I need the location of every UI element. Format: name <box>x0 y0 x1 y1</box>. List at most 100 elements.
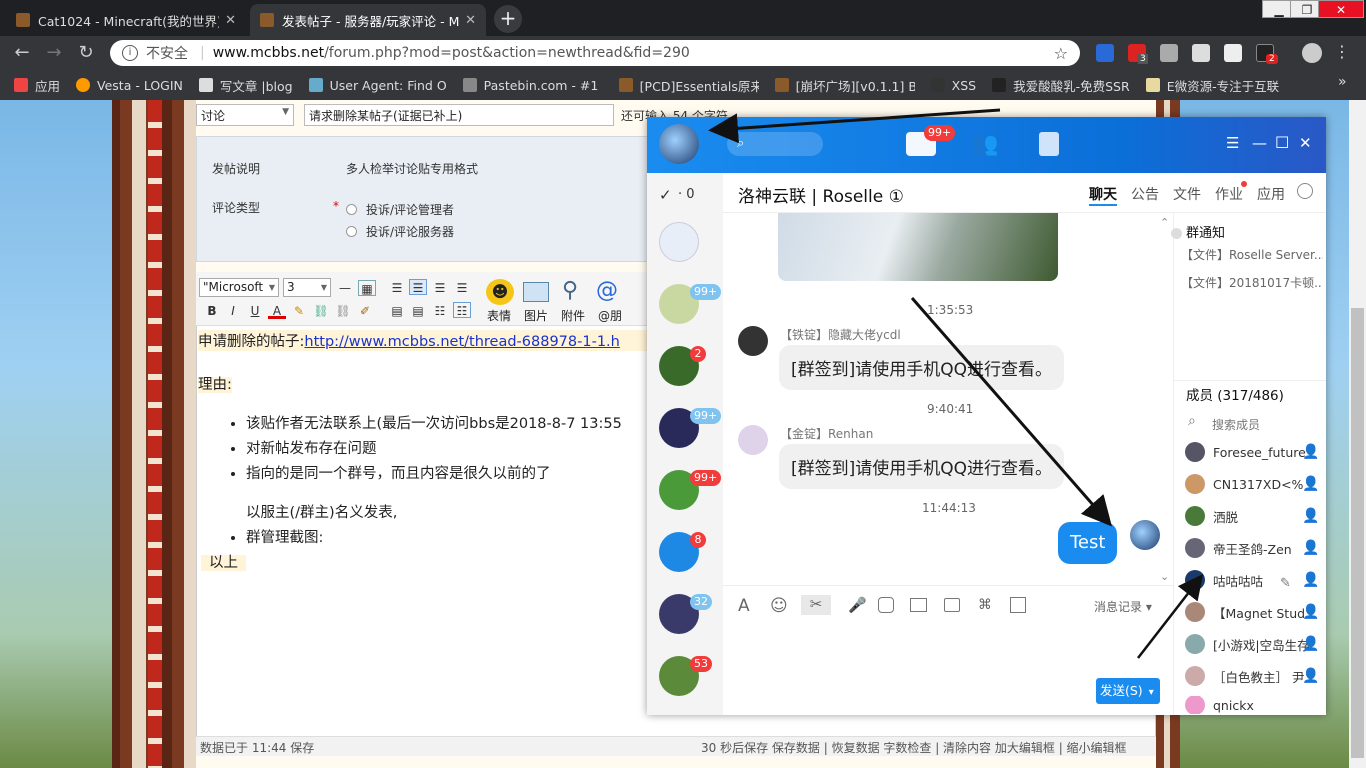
bookmark-item[interactable]: E微资源-专注于互联 <box>1145 76 1279 95</box>
extension-icon[interactable] <box>1192 44 1210 62</box>
message-bubble[interactable]: [群签到]请使用手机QQ进行查看。 <box>779 444 1065 489</box>
member-search-input[interactable]: 搜索成员 <box>1212 416 1260 433</box>
send-button[interactable]: 发送(S) ▾ <box>1096 678 1160 704</box>
tab-chat[interactable]: 聊天 <box>1089 184 1117 204</box>
edit-icon[interactable]: ✎ <box>1280 576 1291 591</box>
notice-item[interactable]: 【文件】20181017卡顿... <box>1181 274 1323 291</box>
collapse-icon[interactable] <box>1171 228 1182 239</box>
image-icon[interactable] <box>523 282 549 302</box>
size-select[interactable]: 3 ▼ <box>283 278 331 297</box>
history-button[interactable]: 消息记录 ▾ <box>1094 598 1152 615</box>
thread-link[interactable]: http://www.mcbbs.net/thread-688978-1-1.h <box>304 334 619 350</box>
conversation-avatar[interactable] <box>659 222 699 262</box>
qq-close-icon[interactable]: ✕ <box>1299 134 1312 152</box>
radio-option[interactable]: 投诉/评论服务器 <box>346 223 454 240</box>
gift-icon[interactable]: ⌘ <box>978 597 992 613</box>
bookmark-item[interactable]: [崩坏广场][v0.1.1] Bo <box>774 76 915 95</box>
member-item[interactable]: qnickx <box>1185 696 1323 714</box>
qq-menu-icon[interactable]: ☰ <box>1226 134 1239 152</box>
extension-icon[interactable] <box>1096 44 1114 62</box>
address-bar[interactable]: i 不安全 | www.mcbbs.net/forum.php?mod=post… <box>110 40 1080 66</box>
shared-image[interactable] <box>778 213 1058 281</box>
underline-icon[interactable]: U <box>246 303 264 319</box>
tab-files[interactable]: 文件 <box>1173 184 1201 204</box>
float-left-icon[interactable]: ▤ <box>388 303 406 319</box>
at-icon[interactable]: @ <box>596 278 618 303</box>
unordered-list-icon[interactable]: ☷ <box>453 302 471 318</box>
attachment-icon[interactable]: ⚲ <box>562 278 578 303</box>
notice-item[interactable]: 【文件】Roselle Server... <box>1181 246 1323 263</box>
sender-avatar[interactable] <box>738 326 768 356</box>
voice-icon[interactable]: 🎤 <box>848 596 867 614</box>
bookmark-item[interactable]: Vesta - LOGIN <box>76 78 183 93</box>
bookmarks-overflow[interactable]: » <box>1338 74 1347 90</box>
menu-icon[interactable]: ⋮ <box>1334 42 1350 61</box>
send-options-icon[interactable]: ▾ <box>1149 687 1154 698</box>
editor-actions[interactable]: 30 秒后保存 保存数据 | 恢复数据 字数检查 | 清除内容 加大编辑框 | … <box>701 739 1127 756</box>
clear-format-icon[interactable]: ✐ <box>356 303 374 319</box>
font-select[interactable]: "Microsoft ▼ <box>199 278 279 297</box>
my-avatar[interactable] <box>659 124 699 164</box>
italic-icon[interactable]: I <box>224 303 242 319</box>
scrollbar-thumb[interactable] <box>1351 308 1364 758</box>
tab-minecraft[interactable]: Cat1024 - Minecraft(我的世界)中 ✕ <box>6 4 246 36</box>
star-icon[interactable]: ☆ <box>1054 44 1068 63</box>
bookmark-item[interactable]: Pastebin.com - #1 p <box>462 78 603 93</box>
align-left-icon[interactable]: ☰ <box>388 280 406 296</box>
member-search-icon[interactable]: ⌕ <box>1188 413 1196 429</box>
editor-content[interactable]: 申请删除的帖子:http://www.mcbbs.net/thread-6889… <box>198 330 648 582</box>
favorites-icon[interactable] <box>1039 132 1059 156</box>
align-right-icon[interactable]: ☰ <box>453 280 471 296</box>
folder-icon[interactable] <box>944 598 960 612</box>
emoji-icon[interactable]: ☻ <box>486 279 514 305</box>
category-select[interactable]: 讨论 ▼ <box>196 104 294 126</box>
contacts-icon[interactable]: 👥 <box>971 132 998 157</box>
emoji-icon[interactable]: ☺ <box>770 596 788 616</box>
tab-homework[interactable]: 作业 <box>1215 184 1243 204</box>
horizontal-rule-icon[interactable]: — <box>336 280 354 296</box>
my-message-bubble[interactable]: Test <box>1058 522 1118 564</box>
qq-maximize-icon[interactable]: ☐ <box>1275 133 1289 152</box>
font-icon[interactable]: A <box>738 596 750 616</box>
tab-close-icon[interactable]: ✕ <box>225 13 236 28</box>
new-tab-button[interactable]: + <box>494 5 522 33</box>
close-window-button[interactable]: ✕ <box>1318 0 1364 18</box>
calendar-icon[interactable] <box>1010 597 1026 613</box>
unlink-icon[interactable]: ⛓ <box>334 303 352 319</box>
scroll-up-icon[interactable]: ⌃ <box>1160 216 1169 229</box>
sender-avatar[interactable] <box>738 425 768 455</box>
forward-icon[interactable]: → <box>42 42 66 63</box>
screenshot-icon[interactable]: ✂ <box>801 595 831 615</box>
tab-announcements[interactable]: 公告 <box>1131 184 1159 204</box>
link-icon[interactable]: ⛓ <box>312 303 330 319</box>
qq-search-icon[interactable]: ⌕ <box>727 132 823 156</box>
settings-icon[interactable] <box>1297 183 1313 199</box>
bookmark-item[interactable]: [PCD]Essentials原来 <box>618 76 759 95</box>
profile-avatar[interactable] <box>1302 43 1322 63</box>
bookmark-item[interactable]: 我爱酸酸乳-免费SSR <box>992 76 1130 95</box>
bookmark-item[interactable]: 应用 <box>14 76 60 95</box>
table-icon[interactable]: ▦ <box>358 280 376 296</box>
align-center-icon[interactable]: ☰ <box>431 280 449 296</box>
bold-icon[interactable]: B <box>203 303 221 319</box>
ordered-list-icon[interactable]: ☷ <box>431 303 449 319</box>
info-icon[interactable]: i <box>122 45 138 61</box>
reload-icon[interactable]: ↻ <box>74 42 98 63</box>
bookmark-item[interactable]: 写文章 |blog <box>198 76 293 95</box>
radio-option[interactable]: 投诉/评论管理者 <box>346 201 454 218</box>
bookmark-item[interactable]: User Agent: Find O <box>308 78 447 93</box>
extension-icon[interactable] <box>1224 44 1242 62</box>
extension-icon[interactable] <box>1160 44 1178 62</box>
my-avatar-small[interactable] <box>1130 520 1160 550</box>
checked-icon[interactable]: ✓ <box>659 186 672 204</box>
qq-minimize-icon[interactable]: — <box>1252 134 1267 152</box>
image-icon[interactable] <box>910 598 927 612</box>
scroll-down-icon[interactable]: ⌄ <box>1160 570 1169 583</box>
tab-close-icon[interactable]: ✕ <box>465 13 476 28</box>
tab-apps[interactable]: 应用 <box>1257 184 1285 204</box>
highlight-icon[interactable]: ✎ <box>290 303 308 319</box>
bookmark-item[interactable]: XSS <box>930 78 976 93</box>
tab-new-thread[interactable]: 发表帖子 - 服务器/玩家评论 - M ✕ <box>250 4 486 36</box>
sticker-icon[interactable] <box>878 597 894 613</box>
title-input[interactable]: 请求删除某帖子(证据已补上) <box>304 104 614 126</box>
